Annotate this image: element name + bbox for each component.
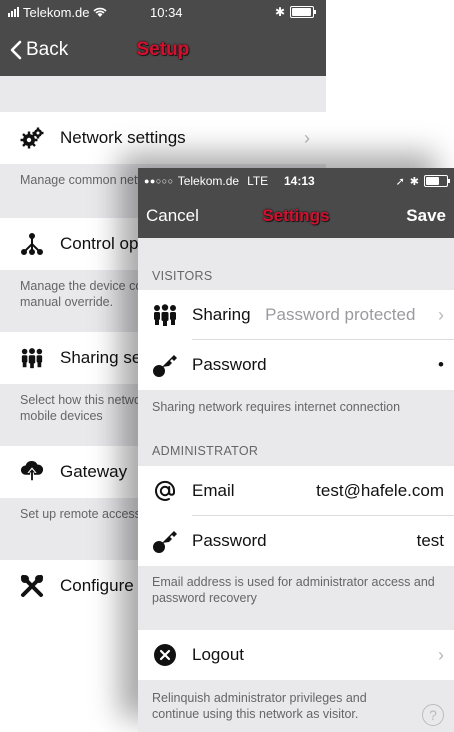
network-tree-icon (20, 232, 44, 256)
location-arrow-icon: ➚ (395, 175, 405, 188)
help-icon[interactable]: ? (422, 704, 444, 726)
battery-icon (290, 6, 316, 18)
chevron-left-icon (10, 40, 22, 60)
tools-icon (20, 574, 44, 598)
chevron-right-icon: › (438, 644, 444, 665)
cancel-button[interactable]: Cancel (138, 206, 207, 226)
visitor-password-field[interactable]: • (438, 355, 454, 375)
visitor-password-row[interactable]: Password • (138, 340, 454, 390)
visitor-password-label: Password (192, 355, 267, 374)
email-label: Email (192, 481, 235, 500)
chevron-right-icon: › (304, 127, 310, 148)
close-circle-icon (152, 642, 178, 668)
sharing-label: Sharing (192, 305, 251, 324)
network-type-label: LTE (247, 174, 269, 188)
sharing-row[interactable]: Sharing Password protected › (138, 290, 454, 340)
email-field[interactable]: test@hafele.com (316, 481, 454, 501)
status-bar: Telekom.de 10:34 ✱ (0, 0, 326, 24)
sharing-value: Password protected (265, 305, 416, 324)
bluetooth-icon: ✱ (274, 5, 285, 19)
admin-password-field[interactable]: test (417, 531, 454, 551)
logout-row[interactable]: Logout › (138, 630, 454, 680)
chevron-right-icon: › (437, 304, 444, 325)
nav-bar: Back Setup (0, 24, 326, 76)
logout-note-text: Relinquish administrator privileges and … (152, 691, 367, 721)
carrier-label: Telekom.de (23, 4, 90, 20)
network-settings-row[interactable]: Network settings › (0, 112, 326, 164)
network-settings-label: Network settings (60, 128, 186, 147)
people-group-icon (20, 346, 44, 370)
logout-note: Relinquish administrator privileges and … (138, 680, 454, 732)
gateway-label: Gateway (60, 462, 128, 481)
bluetooth-icon: ✱ (409, 175, 419, 188)
spacer (138, 614, 454, 630)
clock: 14:13 (284, 174, 315, 188)
signal-icon (8, 7, 19, 17)
clock: 10:34 (150, 4, 183, 20)
back-label: Back (26, 39, 69, 60)
carrier-label: Telekom.de (177, 174, 240, 188)
battery-icon (424, 175, 450, 187)
admin-password-label: Password (192, 531, 267, 550)
visitors-note: Sharing network requires internet connec… (138, 390, 454, 424)
key-icon (152, 528, 178, 554)
administrator-note: Email address is used for administrator … (138, 566, 454, 614)
cloud-upload-icon (20, 460, 44, 484)
status-bar: ●●○○○ Telekom.de LTE 14:13 ➚ ✱ (138, 168, 454, 194)
save-button[interactable]: Save (398, 206, 454, 226)
email-row[interactable]: Email test@hafele.com (138, 466, 454, 516)
back-button[interactable]: Back (0, 39, 68, 61)
settings-screen: ●●○○○ Telekom.de LTE 14:13 ➚ ✱ Cancel Se… (138, 168, 454, 732)
wifi-icon (93, 7, 108, 17)
key-icon (152, 352, 178, 378)
nav-bar: Cancel Settings Save (138, 194, 454, 238)
signal-dots-icon: ●●○○○ (144, 176, 174, 186)
people-group-icon (152, 302, 178, 328)
gears-icon (20, 126, 44, 150)
admin-password-row[interactable]: Password test (138, 516, 454, 566)
at-sign-icon (152, 478, 178, 504)
visitors-section-header: VISITORS (138, 238, 454, 290)
logout-label: Logout (192, 645, 244, 664)
configure-label: Configure (60, 576, 134, 595)
spacer (0, 76, 326, 112)
administrator-section-header: ADMINISTRATOR (138, 424, 454, 466)
